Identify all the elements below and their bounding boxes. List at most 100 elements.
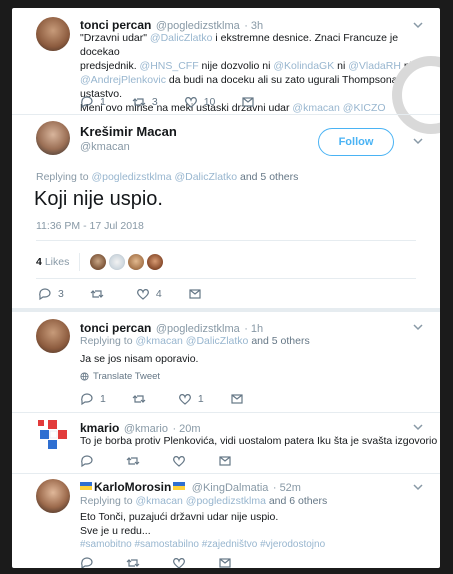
dm-button[interactable] (218, 454, 238, 468)
tweet-timestamp[interactable]: 11:36 PM - 17 Jul 2018 (36, 220, 144, 232)
like-count: 4 (155, 288, 162, 300)
like-button[interactable]: 4 (136, 287, 162, 301)
avatar[interactable] (36, 418, 70, 452)
replying-to: Replying to @pogledizstklma @DalicZlatko… (36, 171, 298, 183)
divider (36, 240, 416, 241)
like-button[interactable]: 10 (184, 95, 216, 109)
mention-link[interactable]: @AndrejPlenkovic (80, 74, 166, 86)
avatar[interactable] (36, 17, 70, 51)
like-button[interactable] (172, 556, 192, 568)
liker-avatar[interactable] (90, 254, 107, 270)
heart-icon (184, 97, 197, 108)
retweet-button[interactable] (132, 392, 152, 406)
reply-others-link[interactable]: and 5 others (251, 335, 309, 347)
dm-button[interactable] (188, 287, 208, 301)
reply-button[interactable]: 1 (80, 95, 106, 109)
follow-button[interactable]: Follow (318, 128, 394, 156)
liker-avatar[interactable] (128, 254, 145, 270)
dm-button[interactable] (241, 95, 261, 109)
replying-to: Replying to @kmacan @DalicZlatko and 5 o… (80, 335, 310, 347)
divider (36, 278, 416, 279)
chevron-down-icon[interactable] (412, 19, 424, 31)
divider (79, 253, 81, 271)
like-count: 10 (203, 96, 216, 108)
mention-link[interactable]: @HNS_CFF (140, 60, 199, 72)
ukraine-flag-icon (173, 481, 186, 490)
reply-button[interactable]: 3 (38, 287, 64, 301)
reply-handles-link[interactable]: @kmacan @DalicZlatko (135, 335, 248, 347)
dm-button[interactable] (218, 556, 238, 568)
chevron-down-icon[interactable] (412, 481, 424, 493)
tweet-text: Ja se jos nisam oporavio. (80, 353, 199, 365)
translate-tweet-link[interactable]: Translate Tweet (80, 371, 160, 382)
author-handle[interactable]: @pogledizstklma (156, 323, 240, 335)
reply-button[interactable] (80, 454, 100, 468)
tweet-text-line: Eto Tonči, puzajući državni udar nije us… (80, 511, 279, 523)
reply-others-link[interactable]: and 6 others (269, 495, 327, 507)
tweet-time[interactable]: · 52m (273, 482, 301, 494)
reply-handles-link[interactable]: @kmacan @pogledizstklma (135, 495, 265, 507)
heart-icon (178, 394, 191, 405)
author-name[interactable]: kmario (80, 421, 119, 435)
mention-link[interactable]: @KICZO (343, 102, 386, 114)
retweet-button[interactable] (126, 454, 146, 468)
reply-others-link[interactable]: and 5 others (240, 171, 298, 183)
reply-button[interactable]: 1 (80, 392, 106, 406)
divider (12, 114, 440, 115)
text-fragment: ni (337, 60, 346, 72)
reply-icon (81, 393, 93, 406)
globe-icon (80, 372, 89, 381)
mention-link[interactable]: @kmacan (292, 102, 339, 114)
dm-button[interactable] (230, 392, 250, 406)
author-handle[interactable]: @kmacan (80, 141, 177, 153)
mention-link[interactable]: @DalicZlatko (150, 32, 213, 44)
author-name[interactable]: Krešimir Macan (80, 124, 177, 139)
translate-label: Translate Tweet (93, 371, 161, 382)
reply-icon (81, 96, 93, 109)
reply-handles-link[interactable]: @pogledizstklma @DalicZlatko (91, 171, 237, 183)
retweet-count: 3 (151, 96, 158, 108)
chevron-down-icon[interactable] (412, 421, 424, 433)
author-handle[interactable]: @KingDalmatia (192, 482, 269, 494)
replying-label: Replying to (80, 495, 133, 507)
reply-icon (81, 557, 93, 568)
reply-button[interactable] (80, 556, 100, 568)
avatar[interactable] (36, 479, 70, 513)
tweet-header: KarloMorosin @KingDalmatia · 52m (80, 478, 301, 496)
tweet-text: To je borba protiv Plenkovića, vidi uost… (80, 435, 438, 447)
liker-avatar[interactable] (109, 254, 126, 270)
hashtags[interactable]: #samobitno #samostabilno #zajedništvo #v… (80, 538, 325, 552)
heart-icon (173, 558, 185, 568)
like-count: 1 (197, 393, 204, 405)
quote-text: "Drzavni udar" (80, 32, 147, 44)
envelope-icon (231, 394, 243, 404)
author-name[interactable]: KarloMorosin (94, 480, 171, 494)
mention-link[interactable]: @VladaRH (348, 60, 401, 72)
retweet-button[interactable] (90, 287, 110, 301)
chevron-down-icon[interactable] (412, 135, 424, 147)
retweet-button[interactable]: 3 (132, 95, 158, 109)
avatar[interactable] (36, 319, 70, 353)
likes-label: Likes (44, 256, 70, 268)
liker-avatar[interactable] (147, 254, 164, 270)
tweet-thread-frame: tonci percan @pogledizstklma · 3h "Drzav… (12, 8, 440, 568)
tweet-text-line: Sve je u redu... (80, 525, 151, 537)
likes-summary[interactable]: 4 Likes (36, 253, 166, 271)
tweet-actions (80, 454, 264, 468)
chevron-down-icon[interactable] (412, 321, 424, 333)
envelope-icon (189, 289, 201, 299)
retweet-button[interactable] (126, 556, 146, 568)
tweet-time[interactable]: · 1h (244, 323, 263, 335)
like-button[interactable]: 1 (178, 392, 204, 406)
author-name[interactable]: tonci percan (80, 18, 151, 32)
mention-link[interactable]: @KolindaGK (273, 60, 334, 72)
envelope-icon (242, 97, 254, 107)
reply-icon (81, 455, 93, 468)
replying-label: Replying to (36, 171, 89, 183)
reply-count: 1 (100, 96, 106, 108)
like-button[interactable] (172, 454, 192, 468)
divider (12, 412, 440, 413)
replying-label: Replying to (80, 335, 133, 347)
avatar[interactable] (36, 121, 70, 155)
author-name[interactable]: tonci percan (80, 321, 151, 335)
